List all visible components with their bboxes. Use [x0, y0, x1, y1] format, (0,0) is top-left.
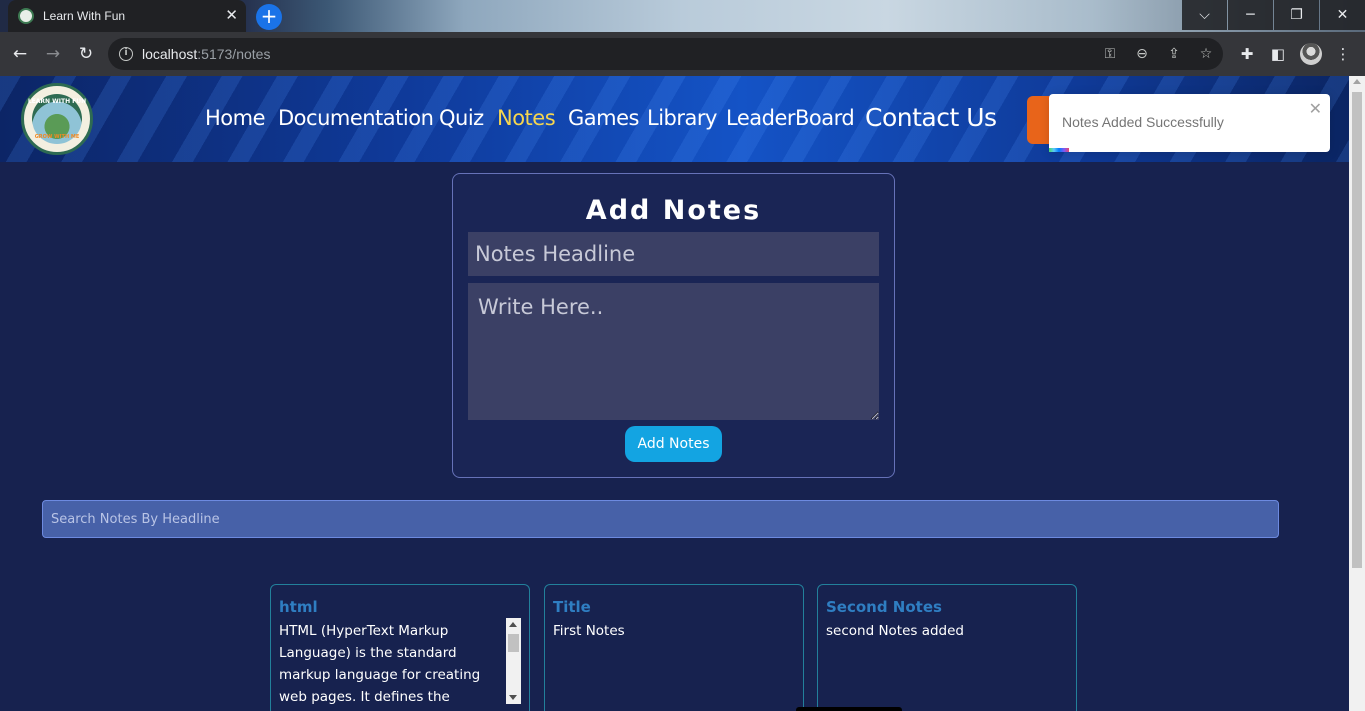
scroll-thumb[interactable]: [508, 634, 519, 652]
url-path: :5173/notes: [197, 46, 271, 62]
nav-library[interactable]: Library: [647, 106, 717, 130]
scroll-up-arrow-icon[interactable]: [1353, 79, 1361, 84]
share-icon[interactable]: ⇪: [1165, 45, 1183, 63]
note-card: Title First Notes: [544, 584, 804, 711]
scroll-down-arrow-icon[interactable]: [509, 695, 517, 700]
side-panel-icon[interactable]: ◧: [1268, 44, 1288, 64]
nav-home[interactable]: Home: [205, 106, 266, 130]
bookmark-star-icon[interactable]: ☆: [1197, 45, 1215, 63]
nav-notes[interactable]: Notes: [497, 106, 556, 130]
browser-tab[interactable]: Learn With Fun ✕: [8, 0, 246, 32]
logo-top-text: LEARN WITH FUN: [27, 98, 87, 105]
add-notes-button[interactable]: Add Notes: [625, 426, 722, 462]
note-body: second Notes added: [826, 623, 965, 639]
note-card: Second Notes second Notes added: [817, 584, 1077, 711]
restore-window-button[interactable]: ❐: [1274, 0, 1319, 30]
notes-body-textarea[interactable]: [468, 283, 879, 420]
bottom-overlay-tab: [796, 707, 902, 711]
reload-icon[interactable]: ↻: [75, 43, 97, 65]
site-header: LEARN WITH FUN GROW WITH ME Home Documen…: [0, 76, 1349, 162]
toast-message: Notes Added Successfully: [1062, 114, 1224, 130]
close-tab-icon[interactable]: ✕: [225, 7, 238, 23]
toast-progress-bar: [1049, 148, 1069, 152]
nav-documentation[interactable]: Documentation: [278, 106, 434, 130]
scroll-up-arrow-icon[interactable]: [509, 622, 517, 627]
browser-toolbar: ← → ↻ i localhost:5173/notes ⚿ ⊖ ⇪ ☆ ✚ ◧…: [0, 32, 1365, 76]
site-info-icon[interactable]: i: [119, 47, 133, 61]
note-card: html HTML (HyperText Markup Language) is…: [270, 584, 530, 711]
forward-arrow-icon[interactable]: →: [42, 43, 64, 65]
extensions-puzzle-icon[interactable]: ✚: [1237, 44, 1257, 64]
page-content: LEARN WITH FUN GROW WITH ME Home Documen…: [0, 76, 1349, 711]
browser-tabstrip: Learn With Fun ✕ + ⌵ ─ ❐ ✕: [0, 0, 1365, 32]
minimize-window-button[interactable]: ─: [1228, 0, 1273, 30]
note-body: HTML (HyperText Markup Language) is the …: [279, 623, 481, 705]
profile-avatar[interactable]: [1300, 43, 1322, 65]
nav-quiz[interactable]: Quiz: [439, 106, 484, 130]
search-notes-input[interactable]: [42, 500, 1279, 538]
nav-contact-us[interactable]: Contact Us: [865, 103, 997, 132]
address-bar[interactable]: i localhost:5173/notes ⚿ ⊖ ⇪ ☆: [108, 38, 1223, 70]
page-scroll-thumb[interactable]: [1352, 92, 1362, 568]
page-scrollbar[interactable]: [1349, 76, 1365, 711]
site-logo[interactable]: LEARN WITH FUN GROW WITH ME: [21, 83, 93, 155]
browser-menu-icon[interactable]: ⋮: [1333, 44, 1353, 64]
note-title: html: [279, 598, 318, 616]
back-arrow-icon[interactable]: ←: [9, 43, 31, 65]
site-favicon-icon: [18, 8, 34, 24]
add-notes-card: Add Notes Add Notes: [452, 173, 895, 478]
note-body: First Notes: [553, 623, 625, 639]
url-text: localhost:5173/notes: [142, 46, 270, 62]
nav-games[interactable]: Games: [568, 106, 639, 130]
toast-close-icon[interactable]: ✕: [1309, 99, 1322, 118]
note-title: Second Notes: [826, 598, 942, 616]
close-window-button[interactable]: ✕: [1320, 0, 1365, 30]
url-host: localhost: [142, 46, 198, 62]
new-tab-button[interactable]: +: [256, 4, 282, 30]
nav-leaderboard[interactable]: LeaderBoard: [726, 106, 855, 130]
note-scrollbar[interactable]: [506, 618, 521, 704]
zoom-out-icon[interactable]: ⊖: [1133, 45, 1151, 63]
key-icon[interactable]: ⚿: [1101, 45, 1119, 63]
success-toast: Notes Added Successfully ✕: [1049, 94, 1330, 152]
logo-bottom-text: GROW WITH ME: [34, 134, 80, 140]
add-notes-title: Add Notes: [585, 195, 762, 226]
notes-headline-input[interactable]: [468, 232, 879, 276]
note-title: Title: [553, 598, 591, 616]
tab-title: Learn With Fun: [43, 9, 126, 23]
tab-search-chevron-icon[interactable]: ⌵: [1182, 0, 1227, 30]
